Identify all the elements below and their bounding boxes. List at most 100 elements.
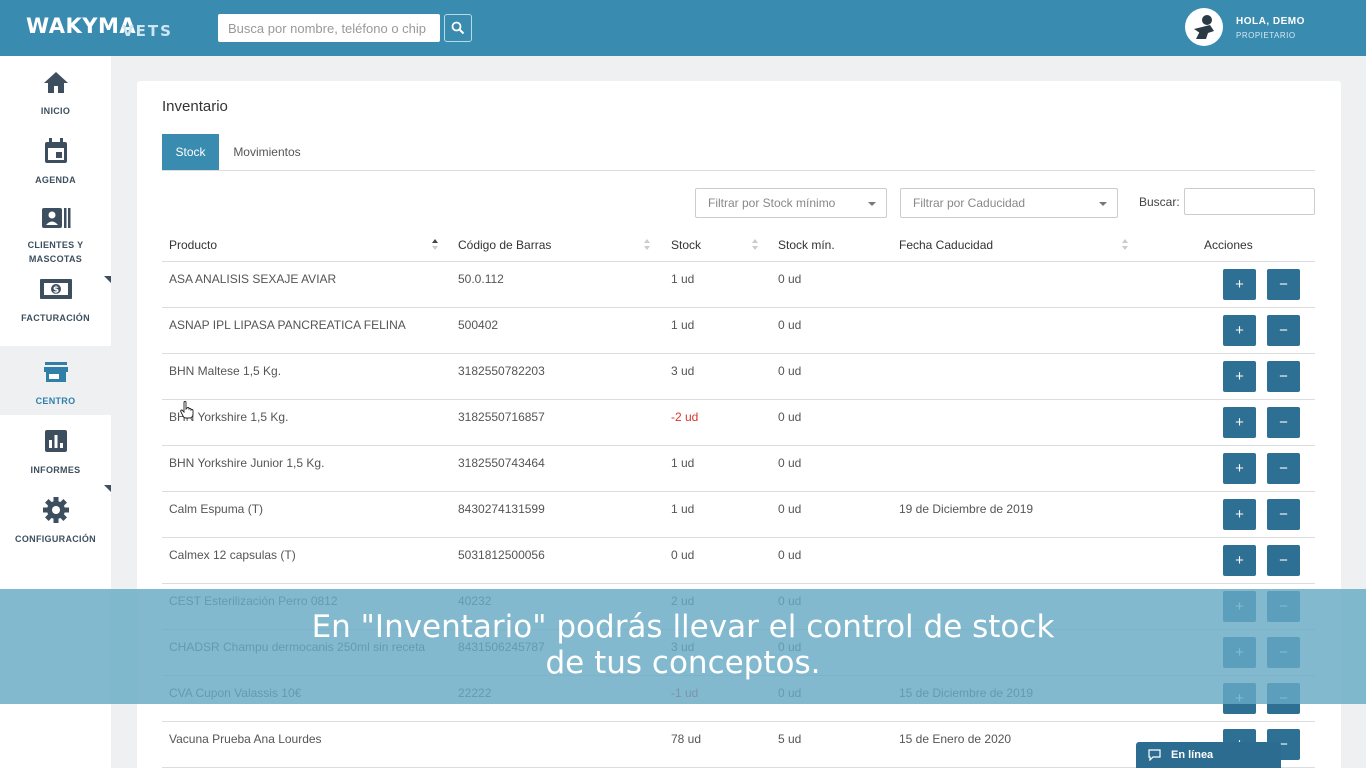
money-icon: $ [39, 275, 73, 303]
filter-caducidad-label: Filtrar por Caducidad [913, 196, 1026, 210]
filter-stock-min-select[interactable]: Filtrar por Stock mínimo [695, 188, 887, 218]
cell-stock: 1 ud [671, 318, 695, 332]
table-row: ASA ANALISIS SEXAJE AVIAR 50.0.112 1 ud 0 u… [162, 262, 1315, 308]
add-stock-button[interactable]: + [1223, 499, 1256, 530]
filter-caducidad-select[interactable]: Filtrar por Caducidad [900, 188, 1118, 218]
table-row: Calmex 12 capsulas (T) 5031812500056 0 ud 0… [162, 538, 1315, 584]
caption-line-1: En "Inventario" podrás llevar el control… [311, 609, 1055, 645]
add-stock-button[interactable]: + [1223, 407, 1256, 438]
avatar[interactable] [1185, 8, 1223, 46]
chat-widget[interactable]: En línea [1136, 742, 1281, 768]
table-row: BHN Yorkshire 1,5 Kg. 3182550716857 -2 ud 0… [162, 400, 1315, 446]
column-header-codigo[interactable]: Código de Barras [458, 238, 551, 252]
column-header-producto[interactable]: Producto [169, 238, 217, 252]
sidebar-item-centro[interactable]: CENTRO [0, 346, 111, 415]
tab-movimientos[interactable]: Movimientos [219, 134, 315, 170]
sort-icon[interactable] [751, 238, 759, 252]
user-avatar-icon [1194, 15, 1214, 39]
sort-icon[interactable] [643, 238, 651, 252]
cell-stock: 1 ud [671, 456, 695, 470]
add-stock-button[interactable]: + [1223, 269, 1256, 300]
page-title: Inventario [162, 98, 228, 115]
cell-producto: Calm Espuma (T) [169, 502, 264, 516]
remove-stock-button[interactable]: − [1267, 315, 1300, 346]
remove-stock-button[interactable]: − [1267, 545, 1300, 576]
remove-stock-button[interactable]: − [1267, 269, 1300, 300]
caption-line-2: de tus conceptos. [545, 645, 821, 681]
cell-fecha: 19 de Diciembre de 2019 [899, 502, 1034, 516]
search-input[interactable] [218, 14, 440, 42]
cell-stock: 0 ud [671, 548, 695, 562]
add-stock-button[interactable]: + [1223, 453, 1256, 484]
sidebar-item-label: AGENDA [35, 175, 76, 185]
table-row: BHN Maltese 1,5 Kg. 3182550782203 3 ud 0 ud… [162, 354, 1315, 400]
remove-stock-button[interactable]: − [1267, 453, 1300, 484]
sidebar-item-clientes[interactable]: CLIENTES Y MASCOTAS [0, 194, 111, 264]
sidebar-item-label: FACTURACIÓN [21, 313, 90, 323]
logo-subtitle: VETS [122, 22, 173, 40]
column-header-fecha[interactable]: Fecha Caducidad [899, 238, 993, 252]
cell-stock-min: 0 ud [778, 456, 802, 470]
sidebar-item-label: INICIO [40, 106, 71, 116]
sidebar-item-label: INFORMES [30, 465, 81, 475]
user-role: PROPIETARIO [1236, 31, 1296, 40]
cell-codigo: 5031812500056 [458, 548, 545, 562]
cell-codigo: 50.0.112 [458, 272, 504, 286]
table-search-input[interactable] [1184, 188, 1315, 215]
sidebar-item-informes[interactable]: INFORMES [0, 415, 111, 484]
cell-codigo: 3182550716857 [458, 410, 545, 424]
table-row: Calm Espuma (T) 8430274131599 1 ud 0 ud 19 d… [162, 492, 1315, 538]
cell-stock-min: 0 ud [778, 502, 802, 516]
cell-codigo: 8430274131599 [458, 502, 545, 516]
top-header: WAKYMA VETS HOLA, DEMO PROPIETARIO [0, 0, 1366, 56]
sidebar-item-label: CENTRO [35, 396, 76, 406]
cell-stock-min: 0 ud [778, 272, 802, 286]
cell-stock-min: 0 ud [778, 364, 802, 378]
remove-stock-button[interactable]: − [1267, 361, 1300, 392]
remove-stock-button[interactable]: − [1267, 499, 1300, 530]
column-header-stock[interactable]: Stock [671, 238, 701, 252]
column-header-stock-min: Stock mín. [778, 238, 835, 252]
gear-icon [42, 496, 70, 524]
calendar-icon [43, 137, 69, 165]
cell-stock: 1 ud [671, 272, 695, 286]
sidebar-item-inicio[interactable]: INICIO [0, 56, 111, 125]
cell-codigo: 3182550743464 [458, 456, 545, 470]
sort-icon[interactable] [1121, 238, 1129, 252]
cell-producto: Vacuna Prueba Ana Lourdes [169, 732, 322, 746]
chat-label: En línea [1171, 749, 1214, 761]
sidebar-item-label: CONFIGURACIÓN [15, 534, 96, 544]
search-button[interactable] [444, 14, 472, 42]
cell-stock: 3 ud [671, 364, 695, 378]
cell-producto: ASA ANALISIS SEXAJE AVIAR [169, 272, 337, 286]
add-stock-button[interactable]: + [1223, 315, 1256, 346]
hand-cursor-icon [180, 401, 194, 424]
table-row: ASNAP IPL LIPASA PANCREATICA FELINA 50040… [162, 308, 1315, 354]
caption-text: En "Inventario" podrás llevar el control… [0, 609, 1366, 681]
contacts-icon [41, 206, 71, 230]
cell-codigo: 3182550782203 [458, 364, 545, 378]
add-stock-button[interactable]: + [1223, 545, 1256, 576]
sidebar-item-agenda[interactable]: AGENDA [0, 125, 111, 194]
cell-producto: Calmex 12 capsulas (T) [169, 548, 296, 562]
svg-text:$: $ [52, 286, 58, 296]
buscar-label: Buscar: [1139, 195, 1180, 209]
remove-stock-button[interactable]: − [1267, 407, 1300, 438]
cell-producto: BHN Yorkshire Junior 1,5 Kg. [169, 456, 325, 470]
cell-fecha: 15 de Enero de 2020 [899, 732, 1012, 746]
add-stock-button[interactable]: + [1223, 361, 1256, 392]
user-greeting[interactable]: HOLA, DEMO [1236, 16, 1305, 27]
logo[interactable]: WAKYMA [26, 14, 136, 38]
cell-codigo: 500402 [458, 318, 499, 332]
sort-icon[interactable] [431, 238, 439, 252]
sidebar-item-facturacion[interactable]: $ FACTURACIÓN [0, 263, 111, 332]
cell-stock: -2 ud [671, 410, 699, 424]
tab-stock[interactable]: Stock [162, 134, 219, 170]
chart-icon [44, 427, 68, 455]
cell-stock-min: 0 ud [778, 318, 802, 332]
sidebar-item-configuracion[interactable]: CONFIGURACIÓN [0, 484, 111, 553]
column-header-acciones: Acciones [1204, 238, 1253, 252]
filter-stock-min-label: Filtrar por Stock mínimo [708, 196, 836, 210]
cell-producto: ASNAP IPL LIPASA PANCREATICA FELINA [169, 318, 406, 332]
home-icon [43, 68, 69, 96]
